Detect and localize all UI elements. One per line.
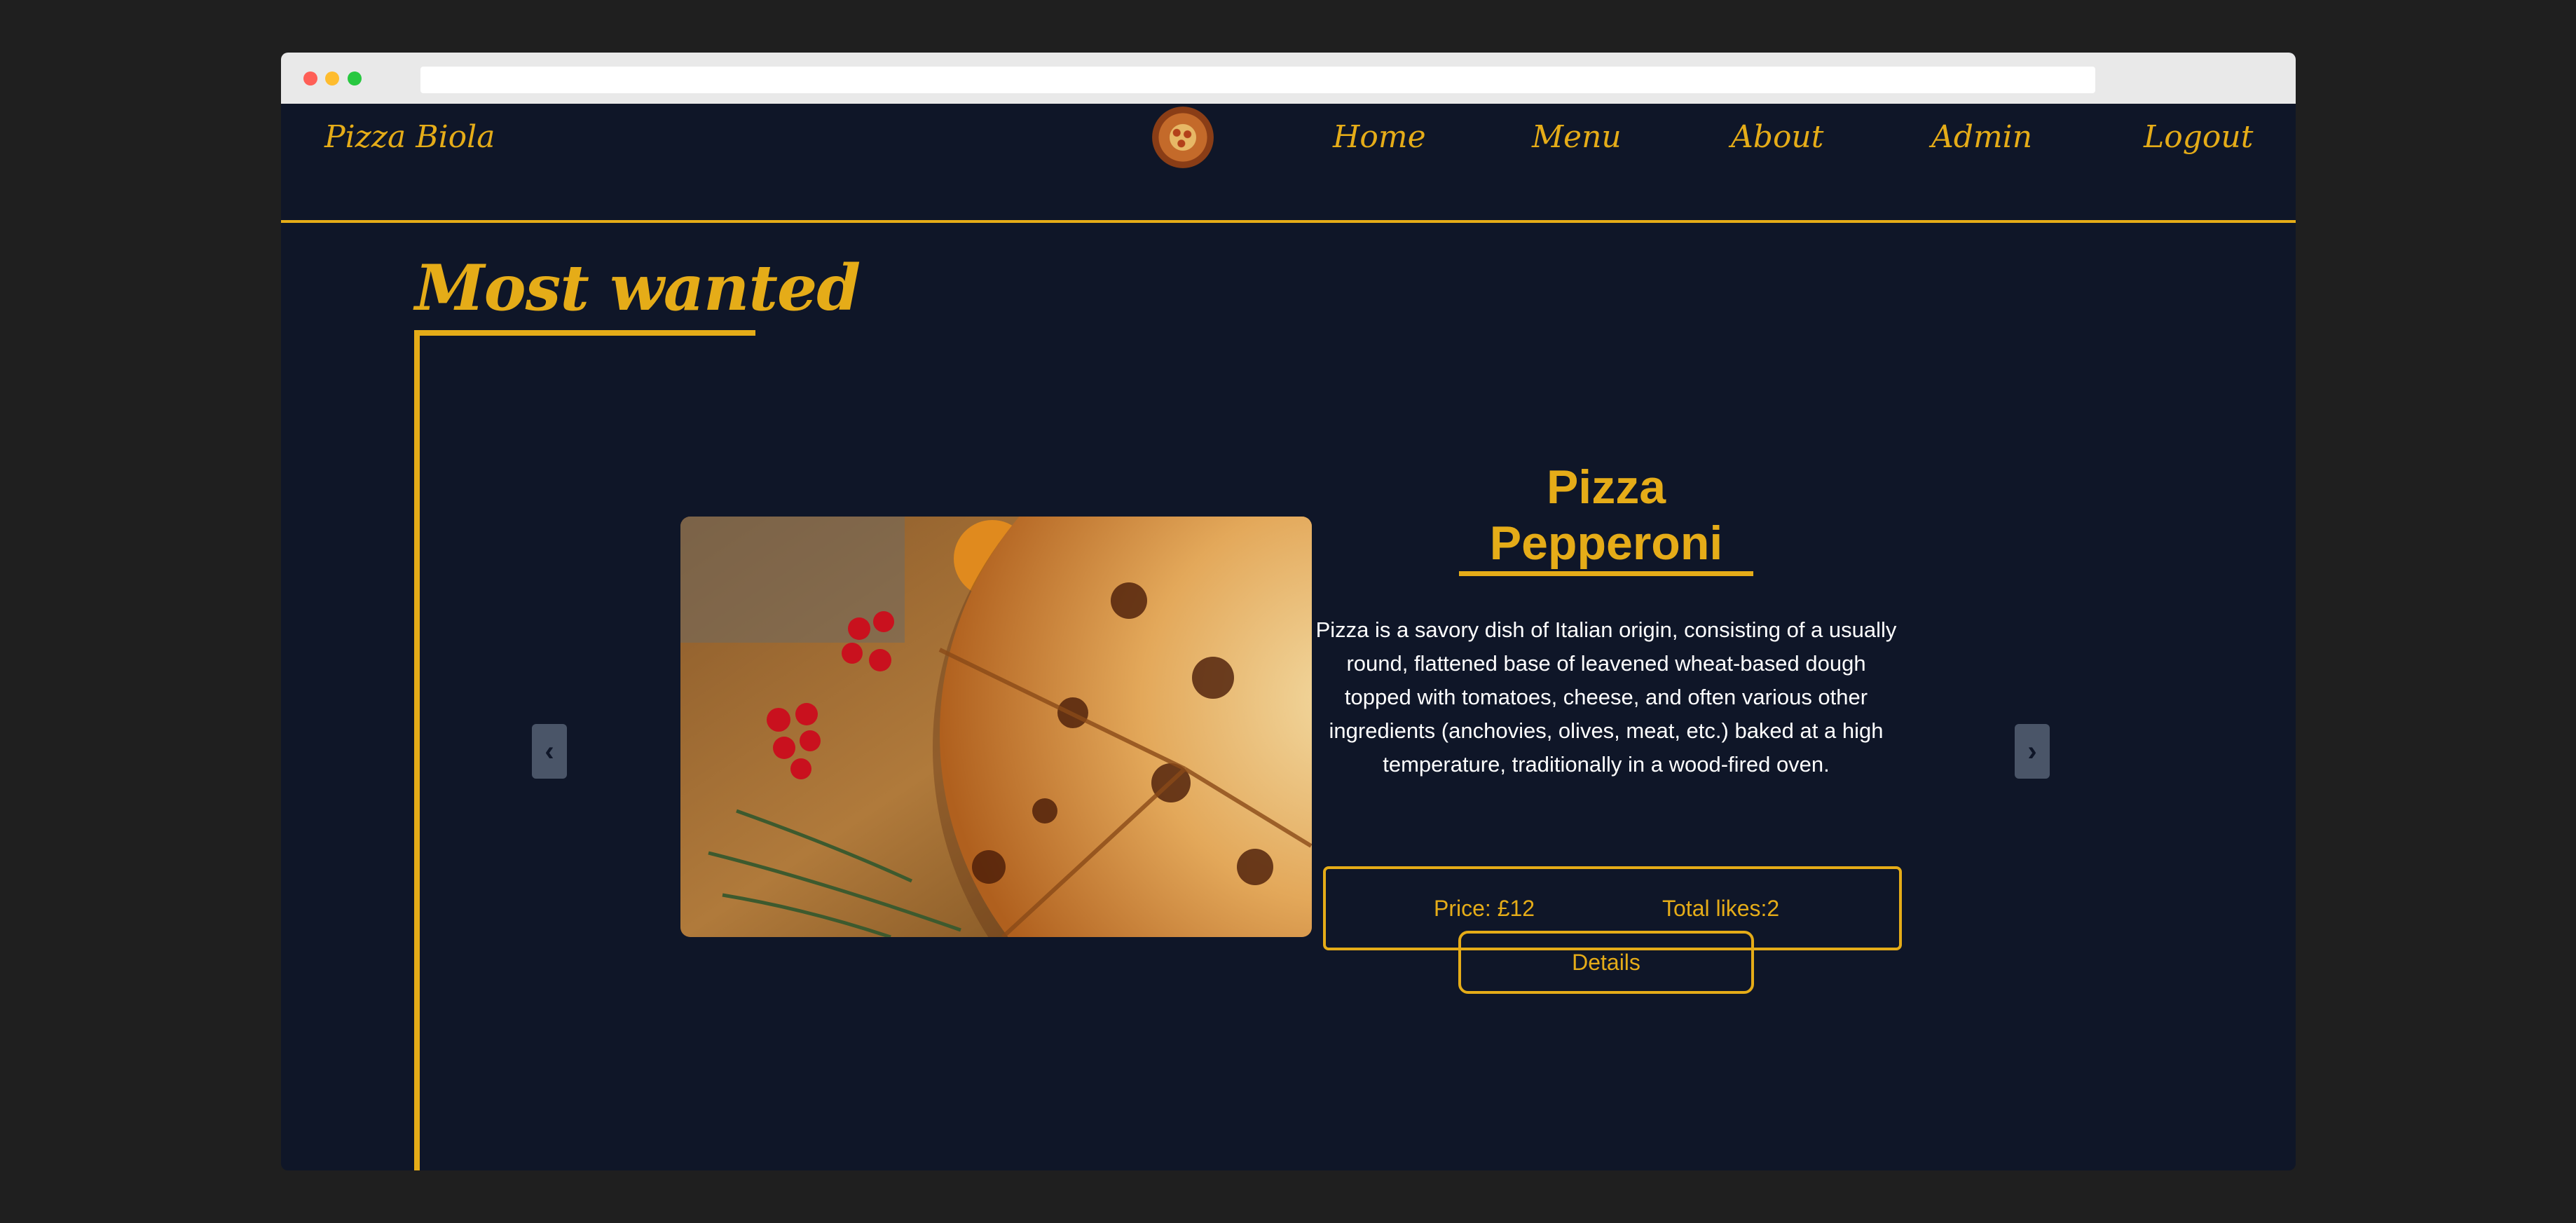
carousel-prev-button[interactable]: ‹: [532, 724, 567, 779]
brand-link[interactable]: Pizza Biola: [324, 104, 495, 171]
title-underline: [414, 330, 755, 336]
nav-link-logout[interactable]: Logout: [2144, 104, 2253, 171]
carousel-next-button[interactable]: ›: [2015, 724, 2050, 779]
nav-link-home[interactable]: Home: [1333, 104, 1426, 171]
maximize-window-icon[interactable]: [348, 71, 362, 86]
minimize-window-icon[interactable]: [325, 71, 339, 86]
browser-window: Pizza Biola Home Menu About Admin Logout…: [281, 53, 2296, 1170]
nav-link-menu[interactable]: Menu: [1532, 104, 1622, 171]
pizza-description: Pizza is a savory dish of Italian origin…: [1315, 617, 1897, 777]
section-title: Most wanted: [415, 251, 861, 325]
browser-chrome: [281, 53, 2296, 104]
close-window-icon[interactable]: [303, 71, 317, 86]
nav-link-about[interactable]: About: [1731, 104, 1823, 171]
pizza-photo: [680, 517, 1312, 937]
details-button[interactable]: Details: [1458, 931, 1754, 994]
nav-link-admin[interactable]: Admin: [1931, 104, 2032, 171]
pizza-name: Pizza Pepperoni: [1489, 460, 1723, 570]
pizza-logo-icon[interactable]: [1152, 107, 1214, 168]
navbar: Pizza Biola Home Menu About Admin Logout: [281, 104, 2296, 223]
chevron-left-icon: ‹: [544, 736, 554, 767]
address-bar[interactable]: [420, 67, 2095, 93]
pizza-name-underline: [1459, 571, 1753, 576]
chevron-right-icon: ›: [2027, 736, 2037, 767]
section-left-rule: [414, 330, 420, 1170]
